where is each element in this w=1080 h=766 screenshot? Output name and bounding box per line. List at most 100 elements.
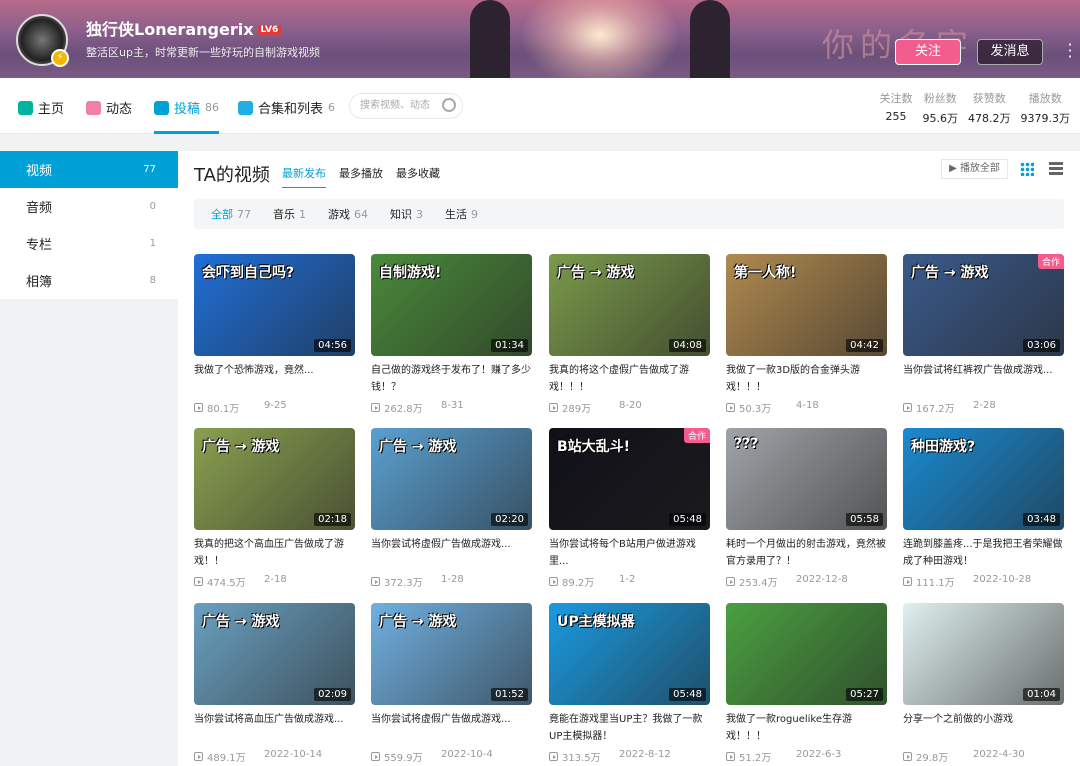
video-title[interactable]: 当你尝试将每个B站用户做进游戏里... bbox=[549, 536, 710, 570]
play-count-icon bbox=[726, 577, 735, 586]
video-card[interactable]: UP主模拟器 05:48 竟能在游戏里当UP主？我做了一款UP主模拟器！ 313… bbox=[549, 603, 710, 764]
video-thumbnail[interactable]: UP主模拟器 05:48 bbox=[549, 603, 710, 705]
message-button[interactable]: 发消息 bbox=[977, 39, 1043, 65]
stat-item[interactable]: 获赞数 478.2万 bbox=[968, 90, 1011, 126]
tab-dynamic[interactable]: 动态 bbox=[86, 98, 132, 117]
sidebar-item-count: 77 bbox=[143, 164, 156, 175]
video-card[interactable]: 广告 → 游戏 02:09 当你尝试将高血压广告做成游戏... 489.1万 20… bbox=[194, 603, 355, 764]
video-thumbnail[interactable]: 广告 → 游戏 合作 03:06 bbox=[903, 254, 1064, 356]
video-card[interactable]: 自制游戏! 01:34 自己做的游戏终于发布了！赚了多少钱！？ 262.8万 8-… bbox=[371, 254, 532, 415]
video-meta: 80.1万 9-25 bbox=[194, 400, 355, 415]
video-card[interactable]: 种田游戏? 03:48 连跪到膝盖疼...于是我把王者荣耀做成了种田游戏！ 11… bbox=[903, 428, 1064, 589]
filter-label: 游戏 bbox=[328, 208, 350, 221]
play-count: 29.8万 bbox=[916, 753, 949, 764]
user-sign: 整活区up主，时常更新一些好玩的自制游戏视频 bbox=[86, 46, 320, 59]
tab-label: 动态 bbox=[106, 102, 133, 117]
video-card[interactable]: 广告 → 游戏 02:20 当你尝试将虚假广告做成游戏... 372.3万 1-2… bbox=[371, 428, 532, 589]
video-card[interactable]: B站大乱斗! 合作 05:48 当你尝试将每个B站用户做进游戏里... 89.2… bbox=[549, 428, 710, 589]
video-thumbnail[interactable]: 自制游戏! 01:34 bbox=[371, 254, 532, 356]
thumbnail-caption: 广告 → 游戏 bbox=[557, 265, 635, 281]
play-count: 167.2万 bbox=[916, 404, 955, 415]
video-title[interactable]: 我做了个恐怖游戏，竟然... bbox=[194, 362, 355, 396]
video-card[interactable]: 广告 → 游戏 02:18 我真的把这个高血压广告做成了游戏！！ 474.5万 2… bbox=[194, 428, 355, 589]
video-title[interactable]: 我做了一款roguelike生存游戏！！！ bbox=[726, 711, 887, 745]
video-card[interactable]: 广告 → 游戏 04:08 我真的将这个虚假广告做成了游戏！！！ 289万 8-2… bbox=[549, 254, 710, 415]
sidebar-item[interactable]: 相簿 8 bbox=[0, 262, 178, 299]
play-count-icon bbox=[903, 403, 912, 412]
tab-home[interactable]: 主页 bbox=[18, 98, 64, 117]
filter-item[interactable]: 游戏 64 bbox=[328, 206, 368, 222]
filter-item[interactable]: 音乐 1 bbox=[273, 206, 306, 222]
video-title[interactable]: 耗时一个月做出的射击游戏，竟然被官方录用了？！ bbox=[726, 536, 887, 570]
sidebar-item[interactable]: 视频 77 bbox=[0, 151, 178, 188]
coop-badge: 合作 bbox=[1037, 254, 1064, 269]
video-title[interactable]: 自己做的游戏终于发布了！赚了多少钱！？ bbox=[371, 362, 532, 396]
thumbnail-caption: 自制游戏! bbox=[379, 265, 442, 281]
thumbnail-caption: 广告 → 游戏 bbox=[202, 614, 280, 630]
stat-item[interactable]: 关注数 255 bbox=[880, 90, 913, 126]
video-card[interactable]: 01:04 分享一个之前做的小游戏 29.8万 2022-4-30 bbox=[903, 603, 1064, 764]
video-title[interactable]: 当你尝试将红裤衩广告做成游戏... bbox=[903, 362, 1064, 396]
video-title[interactable]: 当你尝试将虚假广告做成游戏... bbox=[371, 711, 532, 745]
video-card[interactable]: 广告 → 游戏 01:52 当你尝试将虚假广告做成游戏... 559.9万 202… bbox=[371, 603, 532, 764]
video-thumbnail[interactable]: 广告 → 游戏 02:09 bbox=[194, 603, 355, 705]
stat-item[interactable]: 粉丝数 95.6万 bbox=[923, 90, 959, 126]
search-icon[interactable] bbox=[442, 98, 456, 112]
video-thumbnail[interactable]: 广告 → 游戏 02:20 bbox=[371, 428, 532, 530]
video-card[interactable]: ??? 05:58 耗时一个月做出的射击游戏，竟然被官方录用了？！ 253.4万… bbox=[726, 428, 887, 589]
video-thumbnail[interactable]: 广告 → 游戏 04:08 bbox=[549, 254, 710, 356]
video-meta: 50.3万 4-18 bbox=[726, 400, 887, 415]
video-title[interactable]: 当你尝试将虚假广告做成游戏... bbox=[371, 536, 532, 570]
avatar[interactable]: ⚡ bbox=[16, 14, 69, 67]
filter-label: 全部 bbox=[211, 208, 233, 221]
more-options-icon[interactable]: · · · bbox=[1066, 37, 1074, 65]
video-card[interactable]: 第一人称! 04:42 我做了一款3D版的合金弹头游戏！！！ 50.3万 4-18 bbox=[726, 254, 887, 415]
tab-upload[interactable]: 投稿 86 bbox=[154, 98, 220, 134]
video-meta: 489.1万 2022-10-14 bbox=[194, 749, 355, 764]
sidebar-item[interactable]: 专栏 1 bbox=[0, 225, 178, 262]
follow-button[interactable]: 关注 bbox=[895, 39, 961, 65]
publish-date: 1-2 bbox=[619, 574, 636, 585]
video-title[interactable]: 我真的把这个高血压广告做成了游戏！！ bbox=[194, 536, 355, 570]
video-thumbnail[interactable]: 广告 → 游戏 01:52 bbox=[371, 603, 532, 705]
play-count: 559.9万 bbox=[384, 753, 423, 764]
video-thumbnail[interactable]: 第一人称! 04:42 bbox=[726, 254, 887, 356]
sort-most-favorited[interactable]: 最多收藏 bbox=[396, 165, 440, 181]
video-title[interactable]: 我做了一款3D版的合金弹头游戏！！！ bbox=[726, 362, 887, 396]
video-title[interactable]: 连跪到膝盖疼...于是我把王者荣耀做成了种田游戏！ bbox=[903, 536, 1064, 570]
video-card[interactable]: 广告 → 游戏 合作 03:06 当你尝试将红裤衩广告做成游戏... 167.2… bbox=[903, 254, 1064, 415]
stat-item[interactable]: 播放数 9379.3万 bbox=[1021, 90, 1071, 126]
video-meta: 89.2万 1-2 bbox=[549, 574, 710, 589]
search-input[interactable]: 搜索视频、动态 bbox=[349, 93, 463, 119]
video-thumbnail[interactable]: B站大乱斗! 合作 05:48 bbox=[549, 428, 710, 530]
video-thumbnail[interactable]: 广告 → 游戏 02:18 bbox=[194, 428, 355, 530]
filter-item[interactable]: 知识 3 bbox=[390, 206, 423, 222]
sidebar-item[interactable]: 音频 0 bbox=[0, 188, 178, 225]
video-thumbnail[interactable]: 01:04 bbox=[903, 603, 1064, 705]
video-title[interactable]: 竟能在游戏里当UP主？我做了一款UP主模拟器！ bbox=[549, 711, 710, 745]
video-thumbnail[interactable]: 种田游戏? 03:48 bbox=[903, 428, 1064, 530]
publish-date: 1-28 bbox=[441, 574, 464, 585]
filter-item[interactable]: 全部 77 bbox=[211, 206, 251, 222]
play-count-icon bbox=[549, 403, 558, 412]
video-thumbnail[interactable]: ??? 05:58 bbox=[726, 428, 887, 530]
grid-view-icon[interactable] bbox=[1020, 162, 1034, 176]
main-content: TA的视频 最新发布 最多播放 最多收藏 ▶ 播放全部 全部 77 音乐 1 游戏 64 知… bbox=[178, 151, 1080, 766]
video-thumbnail[interactable]: 05:27 bbox=[726, 603, 887, 705]
video-thumbnail[interactable]: 会吓到自己吗? 04:56 bbox=[194, 254, 355, 356]
video-card[interactable]: 05:27 我做了一款roguelike生存游戏！！！ 51.2万 2022-6-… bbox=[726, 603, 887, 764]
filter-count: 77 bbox=[237, 208, 251, 221]
sort-most-played[interactable]: 最多播放 bbox=[339, 165, 383, 181]
video-title[interactable]: 我真的将这个虚假广告做成了游戏！！！ bbox=[549, 362, 710, 396]
tab-playlist[interactable]: 合集和列表 6 bbox=[238, 98, 335, 117]
play-all-button[interactable]: ▶ 播放全部 bbox=[941, 159, 1008, 179]
thumbnail-caption: 广告 → 游戏 bbox=[911, 265, 989, 281]
video-title[interactable]: 当你尝试将高血压广告做成游戏... bbox=[194, 711, 355, 745]
sort-latest[interactable]: 最新发布 bbox=[282, 165, 326, 188]
video-title[interactable]: 分享一个之前做的小游戏 bbox=[903, 711, 1064, 745]
list-view-icon[interactable] bbox=[1049, 162, 1063, 175]
play-count: 111.1万 bbox=[916, 578, 955, 589]
video-duration: 04:42 bbox=[846, 339, 883, 352]
filter-item[interactable]: 生活 9 bbox=[445, 206, 478, 222]
video-card[interactable]: 会吓到自己吗? 04:56 我做了个恐怖游戏，竟然... 80.1万 9-25 bbox=[194, 254, 355, 415]
